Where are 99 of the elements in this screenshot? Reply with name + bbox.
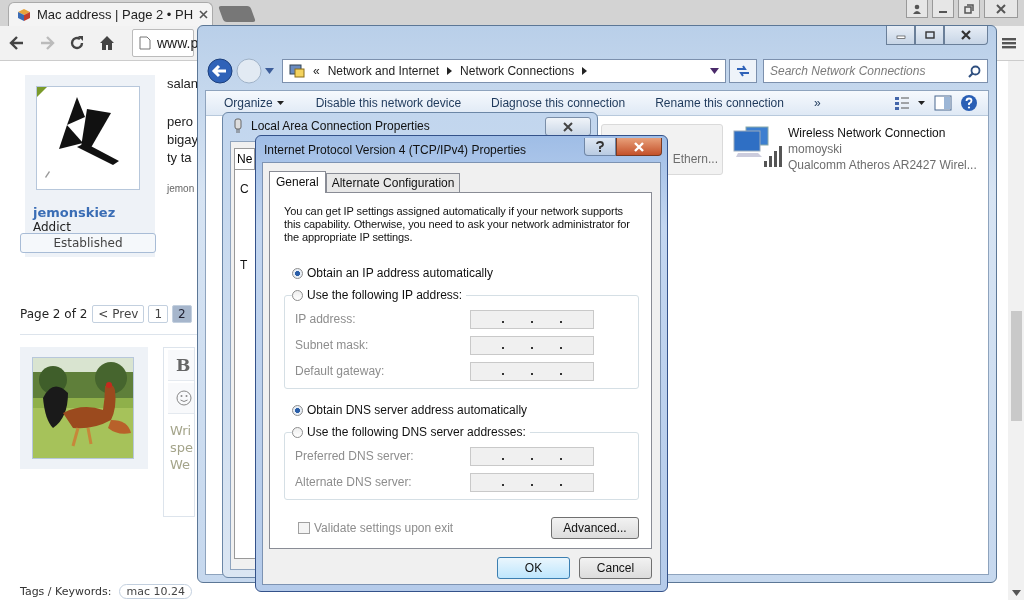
page-button[interactable]: 2 xyxy=(172,305,192,323)
minimize-button[interactable] xyxy=(932,0,954,18)
user-icon xyxy=(912,3,922,14)
restore-button[interactable] xyxy=(915,26,944,45)
field-label: Default gateway: xyxy=(295,364,386,378)
scroll-down-icon[interactable] xyxy=(1011,590,1021,596)
radio-option[interactable]: Use the following IP address: xyxy=(292,287,467,303)
restore-icon xyxy=(964,3,974,14)
page-count: Page 2 of 2 xyxy=(20,307,88,321)
close-icon xyxy=(633,141,645,152)
post-text: salan xyxy=(167,75,199,93)
placeholder-text: We xyxy=(170,456,192,473)
toolbar-button[interactable]: Organize xyxy=(224,96,284,110)
ip-address-field[interactable] xyxy=(470,335,594,355)
post-text: ty ta xyxy=(167,149,193,167)
adapter-name: Qualcomm Atheros AR2427 Wirel... xyxy=(788,157,977,173)
back-icon[interactable] xyxy=(8,34,26,52)
close-icon[interactable] xyxy=(199,10,209,19)
rank-badge: Established xyxy=(20,233,156,253)
menu-icon[interactable] xyxy=(1002,36,1016,50)
advanced-button[interactable]: Advanced... xyxy=(551,517,639,539)
close-button[interactable] xyxy=(944,26,988,45)
close-icon xyxy=(960,30,972,40)
cancel-button[interactable]: Cancel xyxy=(579,557,652,579)
field-label: Subnet mask: xyxy=(295,338,370,352)
ip-address-field[interactable] xyxy=(470,446,594,466)
network-folder-icon xyxy=(289,63,305,79)
placeholder-text: spe xyxy=(170,439,194,456)
page-icon xyxy=(139,36,151,50)
username[interactable]: jemonskiez xyxy=(33,205,155,220)
radio-option[interactable]: Obtain DNS server address automatically xyxy=(292,402,639,418)
post-signature: jemon xyxy=(167,183,196,194)
close-button[interactable] xyxy=(616,138,662,156)
intro-text: You can get IP settings assigned automatically if your network supports this capability. Otherwise, you need to ask your network administrator for the appropriate IP settings. xyxy=(284,205,631,244)
ok-button[interactable]: OK xyxy=(497,557,570,579)
help-icon[interactable] xyxy=(960,94,978,112)
caret-icon xyxy=(276,101,284,105)
smiley-icon[interactable] xyxy=(176,390,192,406)
toolbar-button[interactable]: Rename this connection xyxy=(655,96,784,110)
field-label: T xyxy=(240,258,248,272)
browser-tab[interactable]: Mac address | Page 2 • PH xyxy=(8,2,213,26)
toolbar-button[interactable]: Diagnose this connection xyxy=(491,96,626,110)
new-tab-button[interactable] xyxy=(218,6,256,22)
tab[interactable]: Alternate Configuration xyxy=(325,173,461,192)
chevron-icon[interactable] xyxy=(447,67,453,75)
reload-icon[interactable] xyxy=(68,34,86,52)
network-adapter-icon xyxy=(233,118,243,134)
dialog-title: Internet Protocol Version 4 (TCP/IPv4) Properties xyxy=(264,143,527,157)
radio-option[interactable]: Use the following DNS server addresses: xyxy=(292,424,530,440)
window-title: Local Area Connection Properties xyxy=(251,119,430,133)
breadcrumb-item[interactable]: Network and Internet xyxy=(327,64,440,78)
post-text: bigay xyxy=(167,131,199,149)
breadcrumb-item[interactable]: Network Connections xyxy=(460,64,575,78)
network-name: momoyski xyxy=(788,141,843,157)
ip-address-field[interactable] xyxy=(470,361,594,381)
tab[interactable]: General xyxy=(269,171,326,193)
tab-title: Mac address | Page 2 • PH xyxy=(37,7,194,22)
scrollbar-thumb[interactable] xyxy=(1010,311,1022,421)
restore-button[interactable] xyxy=(958,0,980,18)
field-label: IP address: xyxy=(295,312,357,326)
prev-page-button[interactable]: < Prev xyxy=(92,305,145,323)
back-icon[interactable] xyxy=(207,58,233,84)
radio-option[interactable]: Obtain an IP address automatically xyxy=(292,265,639,281)
connection-item[interactable]: Wireless Network Connection momoyski Qualcomm Atheros AR2427 Wirel... xyxy=(731,124,978,175)
view-options-icon[interactable] xyxy=(894,95,926,111)
tab[interactable]: Ne xyxy=(234,148,256,169)
field-label: Alternate DNS server: xyxy=(295,475,413,489)
connection-name: Wireless Network Connection xyxy=(788,125,947,141)
toolbar-button[interactable]: » xyxy=(813,96,821,110)
help-button[interactable] xyxy=(584,138,616,156)
dropdown-icon[interactable] xyxy=(710,68,719,74)
toolbar-button[interactable]: Disable this network device xyxy=(315,96,462,110)
home-icon[interactable] xyxy=(98,34,116,52)
ip-address-field[interactable] xyxy=(470,309,594,329)
refresh-button[interactable] xyxy=(729,59,757,83)
ip-address-field[interactable] xyxy=(470,472,594,492)
question-mark-icon xyxy=(596,141,604,152)
close-button[interactable] xyxy=(984,0,1018,18)
page-button[interactable]: 1 xyxy=(148,305,169,323)
placeholder-text: Wri xyxy=(170,422,193,439)
field-label: Preferred DNS server: xyxy=(295,449,415,463)
breadcrumb-item[interactable]: « xyxy=(313,64,320,78)
close-icon xyxy=(562,121,574,132)
refresh-icon xyxy=(735,64,751,78)
user-rank: Addict xyxy=(33,220,72,234)
post-text: pero xyxy=(167,113,195,131)
cube-icon xyxy=(17,7,31,22)
user-button[interactable] xyxy=(906,0,928,18)
search-field[interactable]: Search Network Connections xyxy=(763,59,988,83)
minimize-icon xyxy=(939,10,947,13)
chevron-icon[interactable] xyxy=(582,67,588,75)
field-label: C xyxy=(240,182,249,196)
close-icon xyxy=(996,3,1006,14)
tags-label: Tags / Keywords: xyxy=(20,585,112,598)
search-icon[interactable] xyxy=(968,64,981,78)
restore-icon xyxy=(924,31,935,39)
minimize-button[interactable] xyxy=(886,26,915,45)
address-bar[interactable]: « Network and Internet Network Connections xyxy=(282,59,726,83)
reply-editor[interactable]: B Wri spe We xyxy=(163,347,195,517)
